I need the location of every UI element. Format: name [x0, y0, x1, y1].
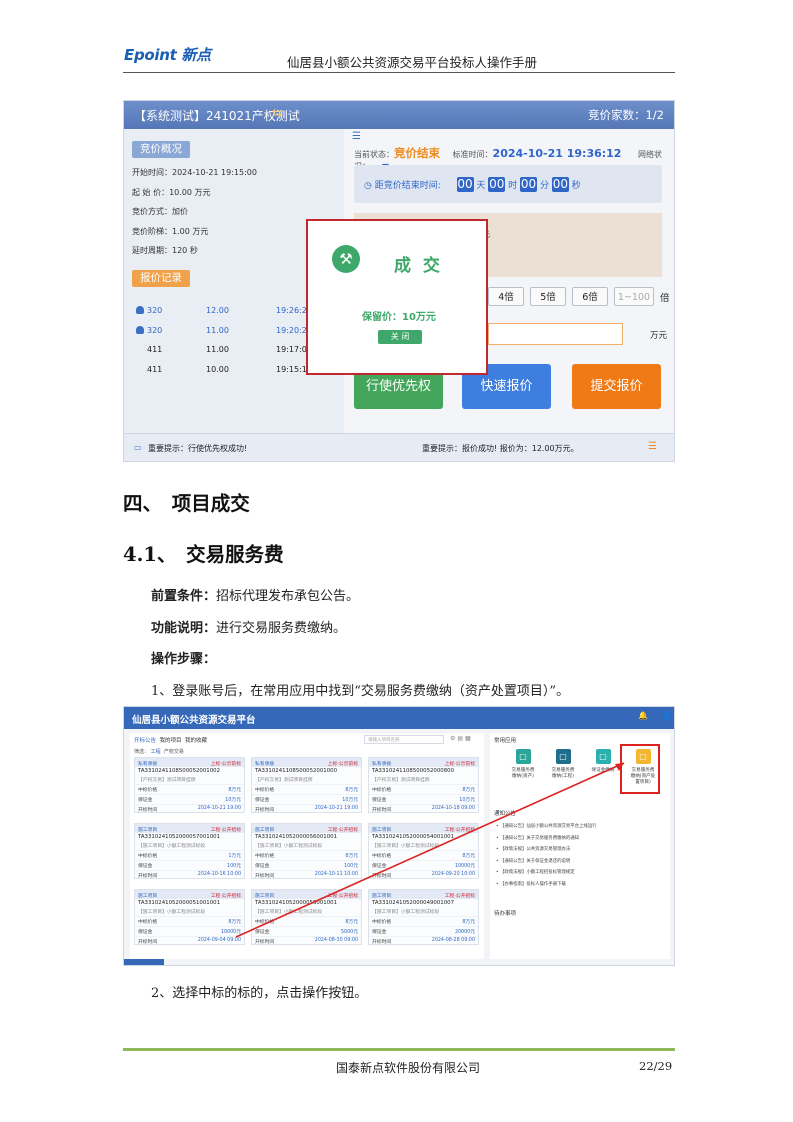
overview-value: 10.00 万元 [169, 187, 211, 197]
overview-row: 竞价方式：加价 [132, 206, 332, 226]
header-divider [123, 72, 675, 73]
bid-price: 11.00 [206, 325, 229, 335]
user-icon [136, 306, 144, 314]
chat-icon: ▭ [134, 443, 142, 452]
amount-input[interactable] [488, 323, 623, 345]
function-label: 功能说明： [151, 621, 217, 636]
bidder-id: 320 [136, 321, 162, 341]
std-time-label: 标准时间： [452, 150, 493, 159]
epoint-logo: Epoint 新点 [124, 46, 211, 64]
overview-key: 竞价阶梯： [132, 226, 172, 236]
overview-key: 延时周期： [132, 246, 172, 255]
countdown-box: ◷ 距竞价结束时间: 00 天 00 时 00 分 00 秒 [354, 165, 662, 203]
precondition-text: 招标代理发布承包公告。 [216, 589, 360, 604]
function-text: 进行交易服务费缴纳。 [216, 621, 347, 636]
tip-right: 重要提示：报价成功! 报价为：12.00万元。 [422, 444, 579, 453]
overview-list: 开始时间：2024-10-21 19:15:00 起 始 价：10.00 万元 竞价… [132, 167, 332, 265]
precondition-line: 前置条件：招标代理发布承包公告。 [151, 585, 359, 604]
highlight-box [620, 744, 660, 794]
bidder-id-text: 411 [147, 364, 163, 374]
std-time-value: 2024-10-21 19:36:12 [492, 147, 622, 160]
multiplier-unit: 倍 [660, 293, 670, 304]
overview-key: 竞价方式： [132, 207, 172, 216]
steps-label-text: 操作步骤： [151, 652, 217, 667]
overview-value: 加价 [172, 207, 188, 216]
unit-minute: 分 [539, 181, 549, 191]
countdown-minutes: 00 [520, 177, 538, 192]
overview-value: 120 秒 [172, 246, 198, 255]
status-label: 当前状态： [354, 150, 394, 159]
close-popup-button[interactable]: 关 闭 [378, 330, 422, 344]
step-1: 1、登录账号后，在常用应用中找到“交易服务费缴纳（资产处置项目）”。 [151, 684, 570, 699]
user-icon [136, 325, 144, 334]
gavel-icon: ⚒ [332, 245, 360, 273]
overview-tag: 竞价概况 [132, 141, 190, 158]
list-icon[interactable]: ☰ [648, 441, 657, 452]
bidder-id-text: 320 [147, 306, 163, 315]
multiplier-5x[interactable]: 5倍 [530, 287, 566, 306]
dashboard-screenshot: 仙居县小额公共资源交易平台 ⌂ 🔔 👤 开标公告 我的项目 我的收藏 请输入项目… [123, 706, 675, 966]
tip-left: 重要提示：行使优先权成功! [148, 444, 248, 453]
clock-icon: ◷ [364, 181, 372, 191]
page-number: 22/29 [639, 1059, 673, 1073]
bidder-id-text: 320 [147, 325, 163, 335]
overview-row: 起 始 价：10.00 万元 [132, 187, 332, 207]
pointer-arrow [235, 762, 625, 938]
bid-price: 12.00 [206, 306, 229, 315]
bidder-id: 411 [136, 340, 162, 360]
step-2: 2、选择中标的标的，点击操作按钮。 [151, 986, 368, 1001]
menu-icon[interactable]: ☰ [352, 131, 361, 142]
bidder-id: 411 [136, 360, 162, 380]
section-heading: 四、 项目成交 [123, 492, 250, 515]
precondition-label: 前置条件： [151, 589, 217, 604]
countdown-hours: 00 [488, 177, 506, 192]
bidder-id-text: 411 [147, 345, 163, 354]
bidding-screenshot: 【系统测试】241021产权测试 ⇆ 竞价家数：1/2 竞价概况 开始时间：20… [123, 100, 675, 462]
bid-price: 11.00 [206, 345, 229, 354]
bidding-titlebar: 【系统测试】241021产权测试 ⇆ 竞价家数：1/2 [124, 101, 674, 129]
amount-unit: 万元 [650, 331, 668, 341]
tips-bar: ▭ 重要提示：行使优先权成功! 重要提示：报价成功! 报价为：12.00万元。 … [124, 433, 674, 461]
unit-hour: 时 [508, 181, 518, 191]
steps-label: 操作步骤： [151, 648, 216, 667]
records-tag: 报价记录 [132, 270, 190, 287]
countdown-label: 距竞价结束时间: [374, 181, 441, 191]
overview-row: 竞价阶梯：1.00 万元 [132, 226, 332, 246]
multiplier-input[interactable]: 1~100 [614, 287, 654, 306]
deal-popup: ⚒ 成 交 保留价：10万元 关 闭 [306, 219, 488, 375]
deal-title: 成 交 [394, 256, 443, 276]
company-name: 国泰新点软件股份有限公司 [336, 1061, 481, 1075]
arrow-line [235, 762, 625, 938]
unit-day: 天 [476, 181, 486, 191]
overview-key: 起 始 价： [132, 187, 170, 197]
countdown-seconds: 00 [551, 177, 569, 192]
bidder-count: 竞价家数：1/2 [587, 108, 664, 122]
countdown-days: 00 [456, 177, 474, 192]
footer-divider [123, 1048, 675, 1051]
overview-value: 2024-10-21 19:15:00 [172, 168, 257, 177]
status-value: 竞价结束 [394, 146, 440, 160]
overview-row: 开始时间：2024-10-21 19:15:00 [132, 167, 332, 187]
unit-second: 秒 [571, 181, 581, 191]
reserve-price: 保留价：10万元 [362, 312, 436, 323]
countdown: ◷ 距竞价结束时间: 00 天 00 时 00 分 00 秒 [364, 177, 581, 192]
bottom-tab-hint [124, 959, 164, 965]
function-line: 功能说明：进行交易服务费缴纳。 [151, 617, 346, 636]
submit-bid-button[interactable]: 提交报价 [572, 364, 661, 409]
multiplier-4x[interactable]: 4倍 [488, 287, 524, 306]
subsection-heading: 4.1、 交易服务费 [123, 543, 284, 566]
overview-value: 1.00 万元 [172, 226, 209, 236]
swap-icon[interactable]: ⇆ [272, 106, 282, 120]
bid-price: 10.00 [206, 364, 229, 374]
multiplier-6x[interactable]: 6倍 [572, 287, 608, 306]
document-title: 仙居县小额公共资源交易平台投标人操作手册 [287, 55, 538, 70]
overview-row: 延时周期：120 秒 [132, 245, 332, 265]
bidder-id: 320 [136, 301, 162, 321]
overview-key: 开始时间： [132, 168, 172, 177]
